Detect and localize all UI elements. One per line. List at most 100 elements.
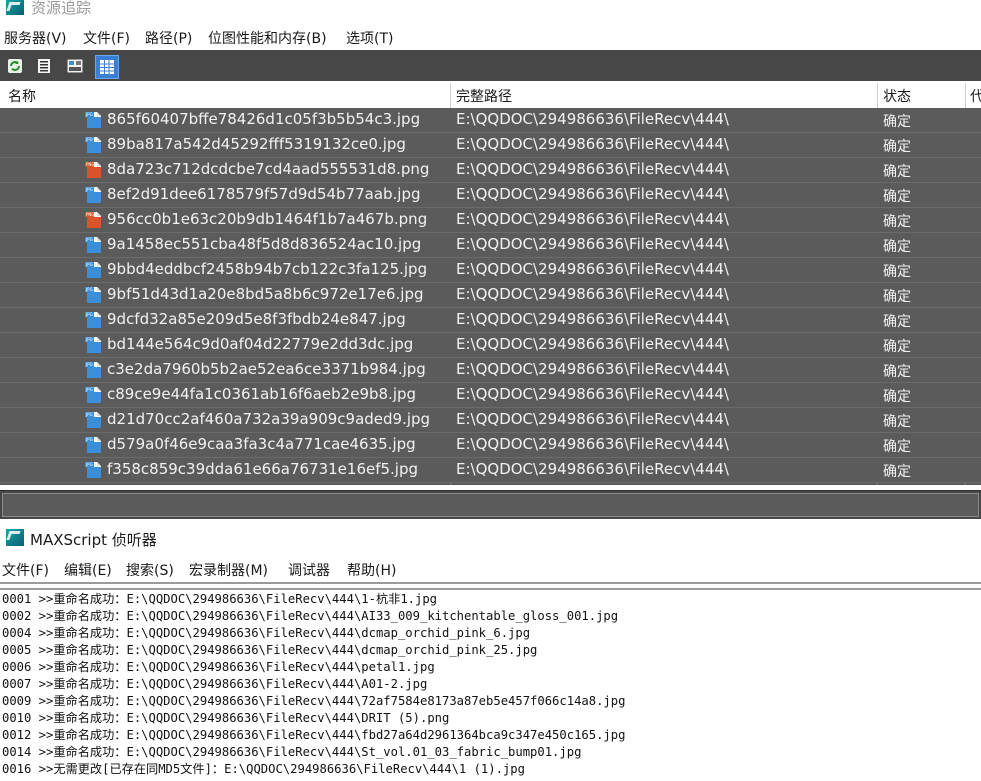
svg-text:JPG: JPG [85,112,93,117]
menu-options[interactable]: 选项(T) [346,28,393,48]
file-name: 9a1458ec551cba48f5d8d836524ac10.jpg [107,235,422,253]
file-name: 89ba817a542d45292fff5319132ce0.jpg [107,135,406,153]
listener-menu-search[interactable]: 搜索(S) [126,560,174,580]
column-name[interactable]: 名称 [8,86,36,106]
listener-menu-debugger[interactable]: 调试器 [288,560,330,580]
listener-menu-macro-recorder[interactable]: 宏录制器(M) [189,560,268,580]
file-status: 确定 [883,364,911,380]
asset-table: 名称 完整路径 状态 代 JPG 865f60407bffe78426d1c05f… [0,83,981,485]
log-line: 0007 >>重命名成功：E:\QQDOC\294986636\FileRecv… [2,677,428,691]
file-status: 确定 [883,264,911,280]
table-row[interactable]: JPG d21d70cc2af460a732a39a909c9aded9.jpg E… [0,408,981,433]
file-status: 确定 [883,139,911,155]
listener-menu-help[interactable]: 帮助(H) [347,560,396,580]
listener-title-bar: MAXScript 侦听器 [0,524,981,554]
file-name: 9bbd4eddbcf2458b94b7cb122c3fa125.jpg [107,260,428,278]
column-status[interactable]: 状态 [883,86,911,106]
path-field[interactable] [2,493,979,517]
file-status: 确定 [883,414,911,430]
list-icon[interactable] [38,59,54,75]
file-name: c89ce9e44fa1c0361ab16f6aeb2e9b8.jpg [107,385,417,403]
file-status: 确定 [883,314,911,330]
jpg-file-icon: JPG [85,411,103,429]
listener-menu-file[interactable]: 文件(F) [2,560,49,580]
table-row[interactable]: JPG 865f60407bffe78426d1c05f3b5b54c3.jpg E… [0,108,981,133]
menu-file[interactable]: 文件(F) [83,28,130,48]
file-path: E:\QQDOC\294986636\FileRecv\444\ [456,410,729,428]
grid-view-icon[interactable] [95,55,119,79]
log-line: 0014 >>重命名成功：E:\QQDOC\294986636\FileRecv… [2,745,582,759]
file-name: d579a0f46e9caa3fa3c4a771cae4635.jpg [107,435,416,453]
jpg-file-icon: JPG [85,286,103,304]
log-line: 0006 >>重命名成功：E:\QQDOC\294986636\FileRecv… [2,660,435,674]
listener-menu-edit[interactable]: 编辑(E) [64,560,112,580]
log-line: 0016 >>无需更改[已存在同MD5文件]：E:\QQDOC\29498663… [2,762,525,776]
file-path: E:\QQDOC\294986636\FileRecv\444\ [456,310,729,328]
file-name: 8ef2d91dee6178579f57d9d54b77aab.jpg [107,185,421,203]
svg-text:JPG: JPG [85,337,93,342]
table-row[interactable]: PNG 956cc0b1e63c20b9db1464f1b7a467b.png E:… [0,208,981,233]
table-row[interactable]: JPG c89ce9e44fa1c0361ab16f6aeb2e9b8.jpg E:… [0,383,981,408]
png-file-icon: PNG [85,161,103,179]
table-row[interactable]: JPG 9a1458ec551cba48f5d8d836524ac10.jpg E:… [0,233,981,258]
table-row[interactable]: JPG 9bf51d43d1a20e8bd5a8b6c972e17e6.jpg E:… [0,283,981,308]
file-status: 确定 [883,189,911,205]
jpg-file-icon: JPG [85,136,103,154]
jpg-file-icon: JPG [85,386,103,404]
menu-server[interactable]: 服务器(V) [4,28,67,48]
column-full-path[interactable]: 完整路径 [456,86,512,106]
jpg-file-icon: JPG [85,461,103,479]
log-line: 0005 >>重命名成功：E:\QQDOC\294986636\FileRecv… [2,643,538,657]
file-status: 确定 [883,164,911,180]
file-name: 9bf51d43d1a20e8bd5a8b6c972e17e6.jpg [107,285,424,303]
image-icon[interactable] [67,59,83,75]
svg-text:JPG: JPG [85,187,93,192]
menu-path[interactable]: 路径(P) [145,28,192,48]
jpg-file-icon: JPG [85,336,103,354]
table-row[interactable]: JPG c3e2da7960b5b2ae52ea6ce3371b984.jpg E:… [0,358,981,383]
svg-text:JPG: JPG [85,137,93,142]
file-status: 确定 [883,464,911,480]
file-name: c3e2da7960b5b2ae52ea6ce3371b984.jpg [107,360,426,378]
app-logo-icon [6,0,24,15]
svg-text:JPG: JPG [85,362,93,367]
svg-text:JPG: JPG [85,287,93,292]
jpg-file-icon: JPG [85,361,103,379]
file-path: E:\QQDOC\294986636\FileRecv\444\ [456,360,729,378]
jpg-file-icon: JPG [85,111,103,129]
table-row[interactable]: JPG 9dcfd32a85e209d5e8f3fbdb24e847.jpg E:\… [0,308,981,333]
svg-text:JPG: JPG [85,437,93,442]
column-proxy[interactable]: 代 [970,86,981,106]
log-line: 0009 >>重命名成功：E:\QQDOC\294986636\FileRecv… [2,694,626,708]
table-row[interactable]: JPG 9bbd4eddbcf2458b94b7cb122c3fa125.jpg E… [0,258,981,283]
file-path: E:\QQDOC\294986636\FileRecv\444\ [456,260,729,278]
table-row[interactable]: JPG 89ba817a542d45292fff5319132ce0.jpg E:\… [0,133,981,158]
listener-menu-bar: 文件(F) 编辑(E) 搜索(S) 宏录制器(M) 调试器 帮助(H) [0,559,981,581]
table-row[interactable]: JPG bd144e564c9d0af04d22779e2dd3dc.jpg E:\… [0,333,981,358]
file-path: E:\QQDOC\294986636\FileRecv\444\ [456,185,729,203]
svg-text:JPG: JPG [85,237,93,242]
svg-text:PNG: PNG [86,212,95,217]
log-line: 0002 >>重命名成功：E:\QQDOC\294986636\FileRecv… [2,609,619,623]
refresh-icon[interactable] [8,59,24,75]
maxscript-logo-icon [6,529,24,546]
file-status: 确定 [883,439,911,455]
log-line: 0001 >>重命名成功：E:\QQDOC\294986636\FileRecv… [2,592,438,606]
listener-output[interactable]: 0001 >>重命名成功：E:\QQDOC\294986636\FileRecv… [0,591,981,781]
file-status: 确定 [883,214,911,230]
table-row[interactable]: JPG 8ef2d91dee6178579f57d9d54b77aab.jpg E:… [0,183,981,208]
jpg-file-icon: JPG [85,311,103,329]
file-path: E:\QQDOC\294986636\FileRecv\444\ [456,335,729,353]
file-path: E:\QQDOC\294986636\FileRecv\444\ [456,135,729,153]
table-row[interactable]: PNG 8da723c712dcdcbe7cd4aad555531d8.png E:… [0,158,981,183]
svg-text:JPG: JPG [85,312,93,317]
file-name: f358c859c39dda61e66a76731e16ef5.jpg [107,460,419,478]
pane-splitter[interactable] [0,582,981,590]
file-status: 确定 [883,339,911,355]
png-file-icon: PNG [85,211,103,229]
file-name: 8da723c712dcdcbe7cd4aad555531d8.png [107,160,430,178]
table-header: 名称 完整路径 状态 代 [0,83,981,109]
table-row[interactable]: JPG d579a0f46e9caa3fa3c4a771cae4635.jpg E:… [0,433,981,458]
table-row[interactable]: JPG f358c859c39dda61e66a76731e16ef5.jpg E:… [0,458,981,483]
menu-bitmap-performance[interactable]: 位图性能和内存(B) [208,28,327,48]
